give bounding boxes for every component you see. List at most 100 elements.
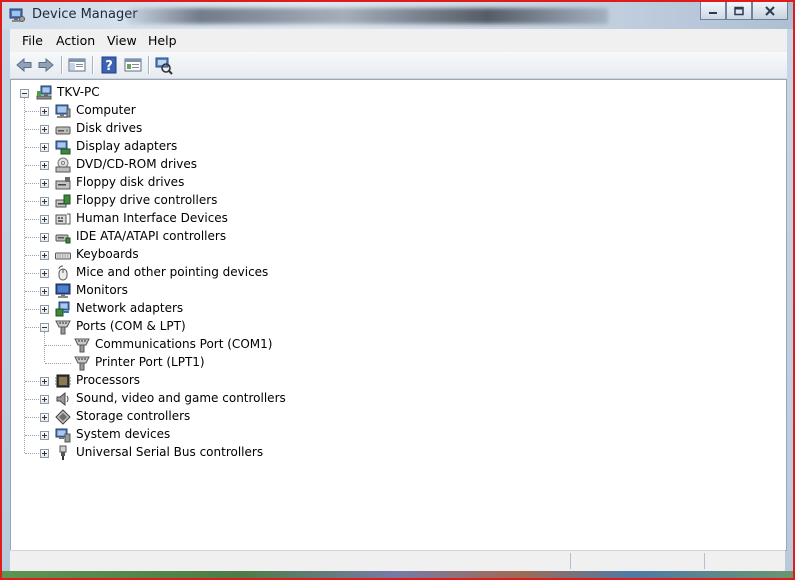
toolbar-separator <box>92 56 94 74</box>
collapse-toggle[interactable] <box>20 89 29 98</box>
tree-category-processors[interactable]: Processors <box>11 372 411 390</box>
category-label: System devices <box>76 427 171 441</box>
expand-toggle[interactable] <box>40 233 49 242</box>
expand-toggle[interactable] <box>40 107 49 116</box>
close-button[interactable] <box>752 2 788 20</box>
expand-toggle[interactable] <box>40 395 49 404</box>
expand-toggle[interactable] <box>40 269 49 278</box>
menu-view[interactable]: View <box>107 33 137 48</box>
minimize-button[interactable] <box>700 2 726 20</box>
expand-toggle[interactable] <box>40 179 49 188</box>
computer-name: TKV-PC <box>57 85 100 99</box>
tree-category-monitors[interactable]: Monitors <box>11 282 411 300</box>
tree-connector <box>25 219 39 220</box>
tree-category-computer[interactable]: Computer <box>11 102 411 120</box>
tree-category-keyboards[interactable]: Keyboards <box>11 246 411 264</box>
device-tree[interactable]: TKV-PC Computer Disk drives Display adap… <box>10 79 787 551</box>
tree-connector <box>25 399 39 400</box>
category-label: DVD/CD-ROM drives <box>76 157 198 171</box>
menu-file[interactable]: File <box>22 33 43 48</box>
tree-category-dvd-cd-rom-drives[interactable]: DVD/CD-ROM drives <box>11 156 411 174</box>
tree-connector <box>45 363 71 364</box>
category-label: Disk drives <box>76 121 143 135</box>
tree-category-display-adapters[interactable]: Display adapters <box>11 138 411 156</box>
tree-connector <box>25 165 39 166</box>
category-label: IDE ATA/ATAPI controllers <box>76 229 227 243</box>
expand-toggle[interactable] <box>40 431 49 440</box>
tree-device-lpt1[interactable]: Printer Port (LPT1) <box>11 354 411 372</box>
scan-hardware-button[interactable] <box>154 55 174 75</box>
port-icon <box>74 337 90 353</box>
tree-connector <box>25 309 39 310</box>
expand-toggle[interactable] <box>40 125 49 134</box>
forward-button[interactable] <box>36 55 56 75</box>
expand-toggle[interactable] <box>40 215 49 224</box>
tree-category-disk-drives[interactable]: Disk drives <box>11 120 411 138</box>
expand-toggle[interactable] <box>40 197 49 206</box>
tree-device-com1[interactable]: Communications Port (COM1) <box>11 336 411 354</box>
expand-toggle[interactable] <box>40 449 49 458</box>
toolbar-separator <box>148 56 150 74</box>
category-label: Display adapters <box>76 139 178 153</box>
device-label: Communications Port (COM1) <box>95 337 273 351</box>
device-manager-window: Device Manager File Action View Help ? T… <box>0 0 795 580</box>
properties-icon <box>124 58 142 72</box>
tree-root[interactable]: TKV-PC <box>11 84 311 102</box>
tree-connector <box>25 183 39 184</box>
collapse-toggle[interactable] <box>40 323 49 332</box>
monitor-icon <box>55 283 71 299</box>
port-icon <box>74 355 90 371</box>
tree-category-ide-ata-atapi-controllers[interactable]: IDE ATA/ATAPI controllers <box>11 228 411 246</box>
menu-help[interactable]: Help <box>148 33 177 48</box>
expand-toggle[interactable] <box>40 377 49 386</box>
help-button[interactable]: ? <box>99 55 119 75</box>
computer-network-icon <box>36 85 52 101</box>
tree-category-mice[interactable]: Mice and other pointing devices <box>11 264 411 282</box>
expand-toggle[interactable] <box>40 251 49 260</box>
keyboard-icon <box>55 247 71 263</box>
title-bar[interactable]: Device Manager <box>2 2 793 29</box>
forward-arrow-icon <box>38 57 54 73</box>
ide-controller-icon <box>55 229 71 245</box>
status-divider <box>704 553 705 569</box>
tree-category-sound-video-game[interactable]: Sound, video and game controllers <box>11 390 411 408</box>
network-adapter-icon <box>55 301 71 317</box>
tree-category-floppy-drive-controllers[interactable]: Floppy drive controllers <box>11 192 411 210</box>
expand-toggle[interactable] <box>40 143 49 152</box>
expand-toggle[interactable] <box>40 305 49 314</box>
tree-category-network-adapters[interactable]: Network adapters <box>11 300 411 318</box>
tree-connector <box>25 147 39 148</box>
tree-category-ports[interactable]: Ports (COM & LPT) <box>11 318 411 336</box>
tree-connector <box>25 201 39 202</box>
tree-category-usb-controllers[interactable]: Universal Serial Bus controllers <box>11 444 411 462</box>
back-arrow-icon <box>16 57 32 73</box>
category-label: Computer <box>76 103 136 117</box>
category-label: Network adapters <box>76 301 184 315</box>
tree-category-storage-controllers[interactable]: Storage controllers <box>11 408 411 426</box>
tree-connector <box>25 327 39 328</box>
tree-category-floppy-disk-drives[interactable]: Floppy disk drives <box>11 174 411 192</box>
dvd-drive-icon <box>55 157 71 173</box>
usb-icon <box>55 445 71 461</box>
tree-connector <box>25 381 39 382</box>
computer-icon <box>55 103 71 119</box>
scan-hardware-icon <box>155 57 173 75</box>
expand-toggle[interactable] <box>40 413 49 422</box>
tree-category-system-devices[interactable]: System devices <box>11 426 411 444</box>
port-icon <box>55 319 71 335</box>
show-hide-console-tree-icon <box>68 58 86 72</box>
disk-drive-icon <box>55 121 71 137</box>
tree-category-human-interface-devices[interactable]: Human Interface Devices <box>11 210 411 228</box>
expand-toggle[interactable] <box>40 161 49 170</box>
tree-connector <box>25 111 39 112</box>
menu-action[interactable]: Action <box>56 33 95 48</box>
mouse-icon <box>55 265 71 281</box>
expand-toggle[interactable] <box>40 287 49 296</box>
menu-bar: File Action View Help <box>10 29 787 53</box>
status-divider <box>570 553 571 569</box>
show-hide-console-tree-button[interactable] <box>67 55 87 75</box>
back-button[interactable] <box>14 55 34 75</box>
maximize-button[interactable] <box>726 2 752 20</box>
status-bar <box>10 550 785 571</box>
properties-button[interactable] <box>123 55 143 75</box>
